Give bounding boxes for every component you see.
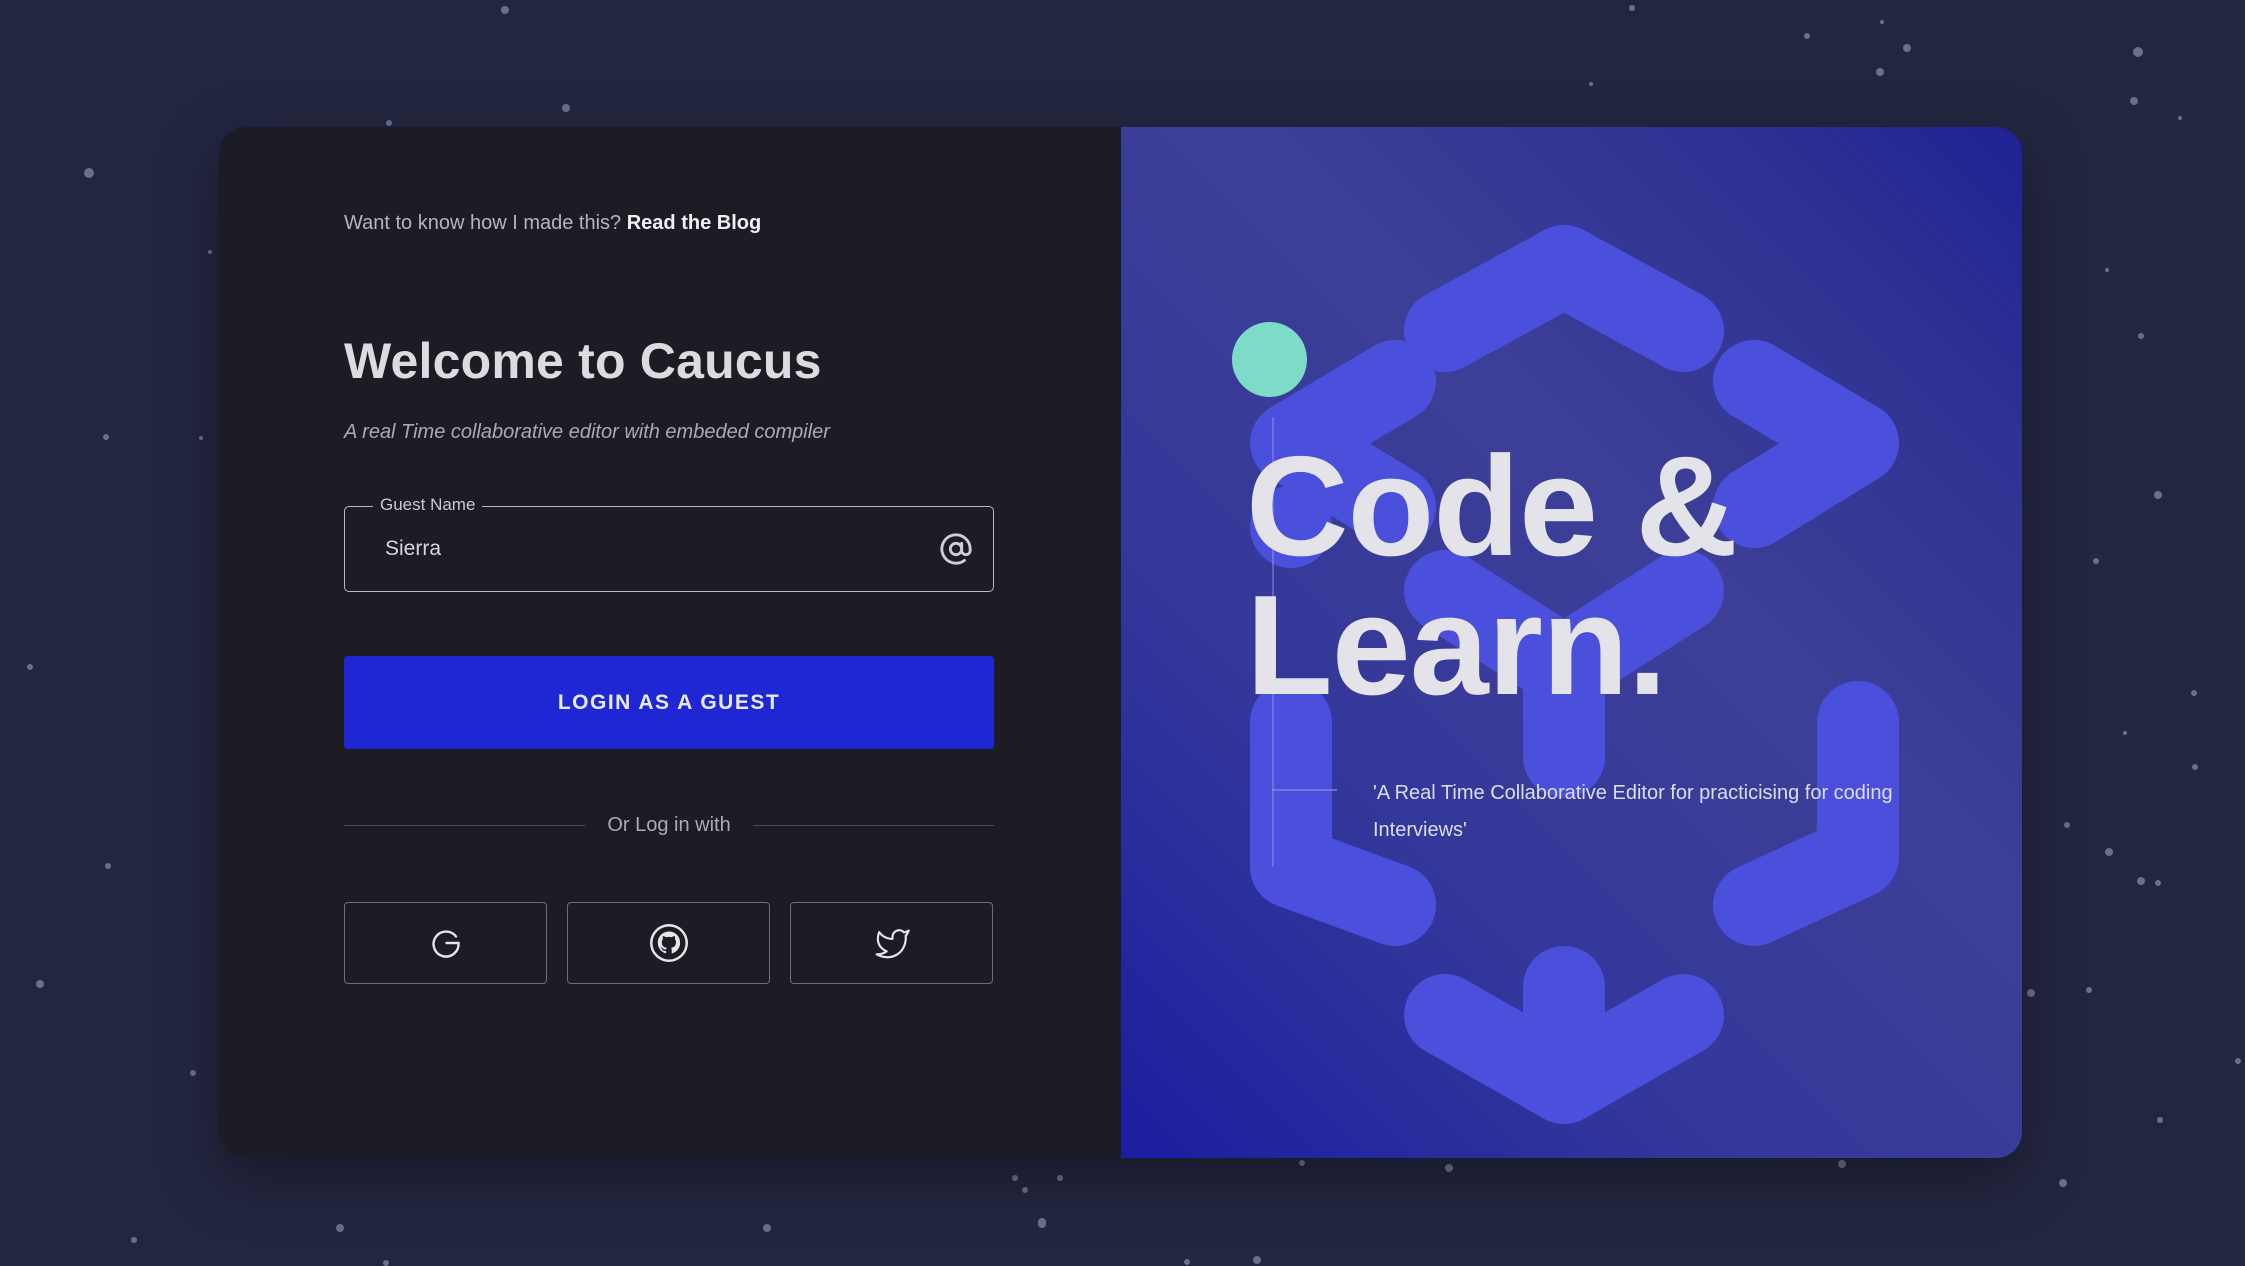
guest-name-label: Guest Name: [373, 495, 483, 515]
google-icon: [431, 930, 460, 958]
twitter-icon: [875, 929, 910, 959]
guest-name-input[interactable]: [385, 534, 905, 564]
hero-line-2: Learn.: [1246, 566, 1667, 726]
hero-line-1: Code &: [1246, 427, 1738, 586]
hero-panel: Code & Learn. 'A Real Time Collaborative…: [1121, 127, 2022, 1158]
divider-line-left: [344, 824, 586, 826]
accent-dot: [1232, 322, 1307, 397]
divider-line-right: [752, 824, 995, 826]
decorative-horizontal-line: [1272, 789, 1337, 791]
github-login-button[interactable]: [567, 902, 770, 984]
or-divider: Or Log in with: [344, 813, 995, 837]
hero-quote: 'A Real Time Collaborative Editor for pr…: [1373, 782, 1893, 841]
github-icon: [649, 924, 688, 962]
blog-prompt: Want to know how I made this? Read the B…: [344, 212, 761, 235]
login-as-guest-button[interactable]: LOGIN AS A GUEST: [344, 656, 994, 749]
hero-heading: Code & Learn.: [1246, 427, 1738, 726]
login-card: Want to know how I made this? Read the B…: [219, 127, 2022, 1158]
at-sign-icon: [940, 533, 972, 565]
twitter-login-button[interactable]: [790, 902, 993, 984]
google-login-button[interactable]: [344, 902, 547, 984]
login-panel: Want to know how I made this? Read the B…: [219, 127, 1121, 1158]
page-subtitle: A real Time collaborative editor with em…: [344, 421, 830, 443]
divider-text: Or Log in with: [607, 813, 731, 836]
read-blog-link[interactable]: Read the Blog: [627, 212, 761, 234]
guest-name-field[interactable]: Guest Name: [344, 495, 994, 592]
page-title: Welcome to Caucus: [344, 333, 822, 389]
blog-prompt-text: Want to know how I made this?: [344, 212, 622, 234]
